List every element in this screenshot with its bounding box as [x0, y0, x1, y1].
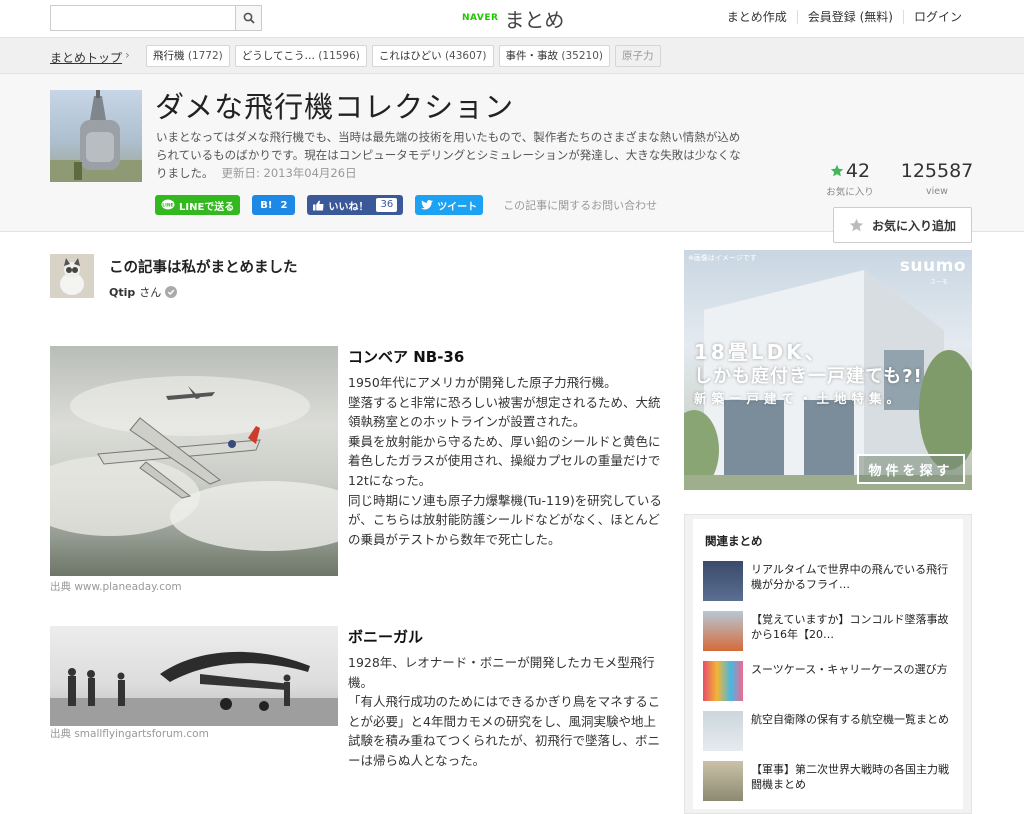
tag-item[interactable]: どうしてこう… (11596): [234, 45, 367, 67]
related-thumb: [703, 761, 743, 801]
facebook-count: 36: [376, 198, 398, 212]
article-description: いまとなってはダメな飛行機でも、当時は最先端の技術を用いたもので、製作者たちのさ…: [156, 128, 746, 182]
related-item-title: 【軍事】第二次世界大戦時の各国主力戦闘機まとめ: [751, 763, 949, 791]
related-thumb: [703, 611, 743, 651]
header-links: まとめ作成 会員登録 (無料) ログイン: [717, 10, 972, 24]
author-name[interactable]: Qtip さん: [109, 284, 178, 300]
hatena-bookmark-button[interactable]: B! 2: [252, 195, 296, 215]
tag-count: (35210): [561, 50, 603, 62]
tag-label: どうしてこう…: [241, 50, 315, 62]
author-name-text: Qtip: [109, 285, 136, 299]
updated-date: 更新日: 2013年04月26日: [221, 166, 357, 180]
star-icon: [849, 218, 864, 231]
item-source[interactable]: 出典 smallflyingartsforum.com: [50, 726, 209, 741]
related-item[interactable]: スーツケース・キャリーケースの選び方: [703, 661, 959, 701]
related-item-title: 【覚えていますか】コンコルド墜落事故から16年【20…: [751, 613, 949, 641]
logo-matome: まとめ: [504, 7, 565, 32]
login-link[interactable]: ログイン: [902, 10, 972, 24]
favorites-label: お気に入り: [826, 187, 874, 198]
suumo-ad-banner[interactable]: ※画像はイメージです suumo スーモ 18畳LDK、 しかも庭付き一戸建ても…: [684, 250, 972, 490]
views-stat: 125587 view: [897, 160, 977, 197]
tag-label: 飛行機: [153, 50, 185, 62]
ad-note: ※画像はイメージです: [688, 254, 757, 262]
tag-label: 原子力: [622, 50, 654, 62]
tag-list: 飛行機 (1772) どうしてこう… (11596) これはひどい (43607…: [146, 45, 661, 67]
related-item-title: リアルタイムで世界中の飛んでいる飛行機が分かるフライ…: [751, 563, 949, 591]
twitter-bird-icon: [421, 200, 434, 210]
related-item[interactable]: 【覚えていますか】コンコルド墜落事故から16年【20…: [703, 611, 959, 651]
item-body: 1950年代にアメリカが開発した原子力飛行機。 墜落すると非常に恐ろしい被害が想…: [348, 375, 662, 547]
line-share-button[interactable]: LINE LINEで送る: [155, 195, 241, 215]
item-title: ボニーガル: [348, 628, 424, 646]
views-label: view: [926, 186, 948, 197]
tag-count: (43607): [444, 50, 487, 62]
item-image[interactable]: [50, 346, 338, 576]
tag-count: (1772): [187, 50, 223, 62]
author-avatar[interactable]: [50, 254, 94, 298]
item-title: コンベア NB-36: [348, 348, 465, 366]
tweet-button[interactable]: ツイート: [415, 195, 484, 215]
related-thumb: [703, 661, 743, 701]
favorites-stat: 42 お気に入り: [826, 160, 874, 198]
tag-item[interactable]: 原子力: [615, 45, 661, 67]
suumo-logo-sub: スーモ: [929, 279, 948, 286]
site-logo[interactable]: NAVER まとめ: [462, 6, 565, 32]
related-item-title: 航空自衛隊の保有する航空機一覧まとめ: [751, 713, 949, 726]
svg-text:LINE: LINE: [162, 203, 173, 209]
favorites-count: 42: [845, 160, 871, 182]
search-icon: [243, 12, 255, 24]
facebook-label: いいね！: [328, 201, 369, 213]
create-matome-link[interactable]: まとめ作成: [717, 10, 797, 24]
search-button[interactable]: [235, 6, 261, 30]
related-thumb: [703, 711, 743, 751]
ad-headline-1: 18畳LDK、: [694, 340, 828, 364]
tag-count: (11596): [318, 50, 360, 62]
article-thumbnail: [50, 90, 142, 182]
item-source[interactable]: 出典 www.planeaday.com: [50, 579, 182, 594]
item-body: 1928年、レオナード・ボニーが開発したカモメ型飛行機。 「有人飛行成功のために…: [348, 655, 661, 768]
breadcrumb: まとめトップ › 飛行機 (1772) どうしてこう… (11596) これはひ…: [0, 38, 1024, 74]
hatena-label: B!: [260, 199, 273, 211]
thumbs-up-icon: [313, 200, 324, 210]
ad-search-button[interactable]: 物件を探す: [857, 454, 965, 484]
add-favorite-label: お気に入り追加: [871, 218, 956, 233]
tweet-label: ツイート: [437, 201, 478, 213]
tag-item[interactable]: 事件・事故 (35210): [498, 45, 610, 67]
views-count: 125587: [900, 160, 974, 182]
tag-item[interactable]: これはひどい (43607): [371, 45, 494, 67]
chevron-right-icon: ›: [125, 48, 130, 62]
related-matome: 関連まとめ リアルタイムで世界中の飛んでいる飛行機が分かるフライ… 【覚えていま…: [684, 514, 972, 814]
social-buttons: LINE LINEで送る B! 2 いいね！ 36 ツイート この記事に関するお…: [155, 195, 657, 215]
logo-naver: NAVER: [462, 13, 499, 23]
breadcrumb-top-link[interactable]: まとめトップ: [50, 49, 122, 66]
line-label: LINEで送る: [179, 201, 235, 213]
star-icon: [830, 164, 844, 177]
facebook-like-button[interactable]: いいね！ 36: [307, 195, 404, 215]
tag-item[interactable]: 飛行機 (1772): [146, 45, 230, 67]
author-heading: この記事は私がまとめました: [109, 260, 298, 276]
tag-label: これはひどい: [378, 50, 442, 62]
related-title: 関連まとめ: [705, 534, 763, 548]
register-link[interactable]: 会員登録 (無料): [796, 10, 903, 24]
related-thumb: [703, 561, 743, 601]
article-header: ダメな飛行機コレクション いまとなってはダメな飛行機でも、当時は最先端の技術を用…: [0, 74, 1024, 243]
ad-headline-2: しかも庭付き一戸建ても?!: [694, 366, 923, 387]
add-favorite-button[interactable]: お気に入り追加: [833, 207, 972, 243]
item-image[interactable]: [50, 626, 338, 726]
inquiry-link[interactable]: この記事に関するお問い合わせ: [503, 197, 657, 213]
related-item-title: スーツケース・キャリーケースの選び方: [751, 663, 948, 676]
page-title: ダメな飛行機コレクション: [155, 90, 515, 124]
tag-label: 事件・事故: [505, 50, 559, 62]
search-input[interactable]: [50, 5, 262, 31]
related-item[interactable]: リアルタイムで世界中の飛んでいる飛行機が分かるフライ…: [703, 561, 959, 601]
ad-headline-3: 新築一戸建て・土地特集。: [694, 391, 905, 406]
verified-check-icon: [165, 286, 178, 298]
author-suffix: さん: [139, 286, 162, 299]
site-header: NAVER まとめ まとめ作成 会員登録 (無料) ログイン: [0, 0, 1024, 38]
hatena-count: 2: [280, 199, 288, 211]
related-item[interactable]: 航空自衛隊の保有する航空機一覧まとめ: [703, 711, 959, 751]
related-item[interactable]: 【軍事】第二次世界大戦時の各国主力戦闘機まとめ: [703, 761, 959, 801]
line-icon: LINE: [161, 199, 175, 210]
suumo-logo: suumo: [899, 256, 966, 276]
